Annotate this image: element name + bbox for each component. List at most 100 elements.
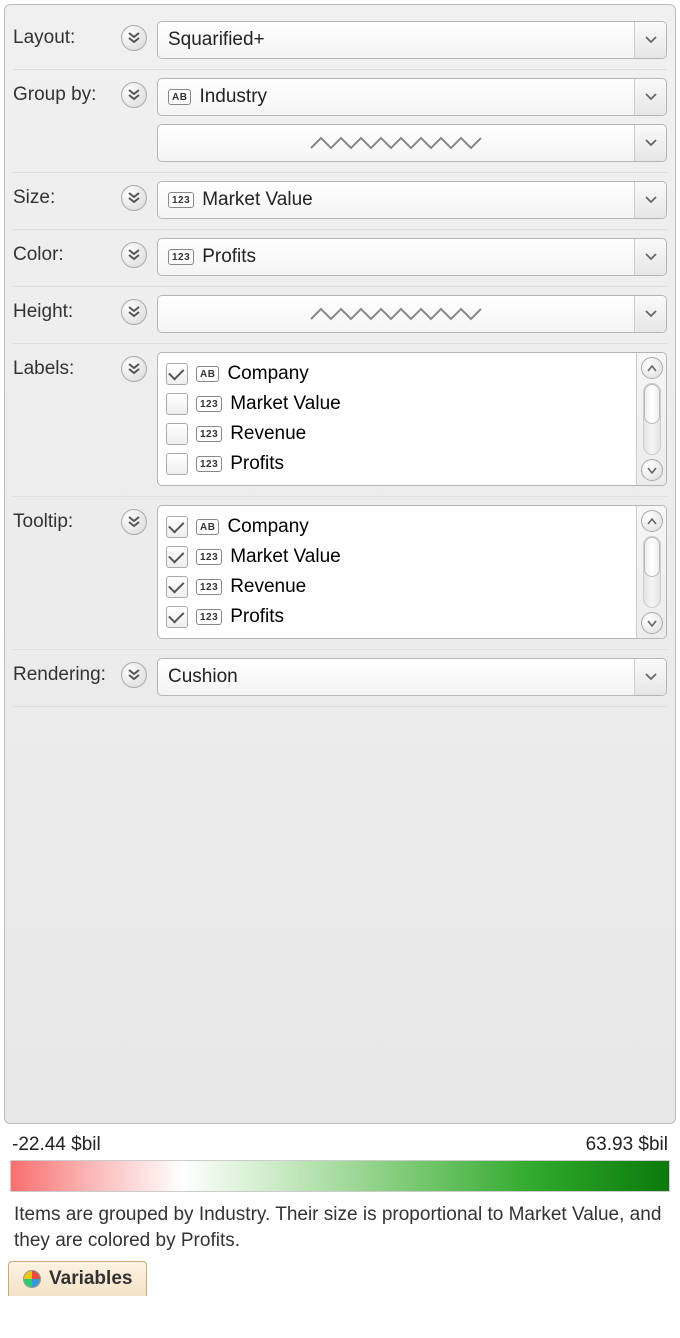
chevron-down-icon <box>645 310 657 318</box>
labels-scrollbar[interactable] <box>636 353 666 485</box>
labels-checkbox[interactable] <box>166 393 188 415</box>
color-gradient-bar <box>10 1160 670 1192</box>
groupby-combo[interactable]: AB Industry <box>157 78 667 116</box>
scroll-up-button[interactable] <box>641 510 663 532</box>
settings-panel: Layout: Squarified+ Group by: AB Industr… <box>4 4 676 1124</box>
height-dropdown-button[interactable] <box>634 296 666 332</box>
expand-size-button[interactable] <box>121 185 147 211</box>
chevron-double-down-icon <box>127 515 141 529</box>
tooltip-checkbox[interactable] <box>166 516 188 538</box>
rendering-dropdown-button[interactable] <box>634 659 666 695</box>
tooltip-item-label: Profits <box>230 606 284 628</box>
chevron-down-icon <box>645 673 657 681</box>
labels-item-label: Revenue <box>230 423 306 445</box>
label-groupby: Group by: <box>13 78 121 106</box>
groupby-empty-dropdown-button[interactable] <box>634 125 666 161</box>
chevron-double-down-icon <box>127 668 141 682</box>
chevron-double-down-icon <box>127 88 141 102</box>
chevron-double-down-icon <box>127 191 141 205</box>
legend-area: -22.44 $bil 63.93 $bil Items are grouped… <box>0 1128 680 1261</box>
scroll-thumb[interactable] <box>644 537 660 577</box>
expand-height-button[interactable] <box>121 299 147 325</box>
row-rendering: Rendering: Cushion <box>13 650 667 707</box>
label-height: Height: <box>13 295 121 323</box>
type-badge-number-icon: 123 <box>196 426 222 442</box>
chevron-down-icon <box>645 196 657 204</box>
rendering-value: Cushion <box>168 666 238 688</box>
labels-checkbox[interactable] <box>166 453 188 475</box>
layout-combo[interactable]: Squarified+ <box>157 21 667 59</box>
chevron-double-down-icon <box>127 248 141 262</box>
height-combo[interactable] <box>157 295 667 333</box>
tooltip-listbox: ABCompany123Market Value123Revenue123Pro… <box>157 505 667 639</box>
legend-min: -22.44 $bil <box>12 1134 101 1156</box>
label-rendering: Rendering: <box>13 658 121 686</box>
expand-layout-button[interactable] <box>121 25 147 51</box>
scroll-down-button[interactable] <box>641 612 663 634</box>
color-value: Profits <box>202 246 256 268</box>
type-badge-number-icon: 123 <box>168 249 194 265</box>
labels-checkbox[interactable] <box>166 363 188 385</box>
tooltip-checkbox[interactable] <box>166 606 188 628</box>
tooltip-item-label: Company <box>227 516 308 538</box>
size-value: Market Value <box>202 189 313 211</box>
labels-listbox: ABCompany123Market Value 123 Revenue 123 Pro… <box>157 352 667 486</box>
chevron-double-down-icon <box>127 31 141 45</box>
tooltip-item: 123Profits <box>166 602 628 632</box>
variables-icon <box>23 1270 41 1288</box>
empty-zigzag-icon <box>168 134 624 152</box>
type-badge-number-icon: 123 <box>196 456 222 472</box>
color-dropdown-button[interactable] <box>634 239 666 275</box>
labels-item-label: Market Value <box>230 393 341 415</box>
tooltip-checkbox[interactable] <box>166 576 188 598</box>
labels-checkbox[interactable] <box>166 423 188 445</box>
label-labels: Labels: <box>13 352 121 380</box>
size-combo[interactable]: 123 Market Value <box>157 181 667 219</box>
chevron-down-icon <box>647 467 657 474</box>
type-badge-text-icon: AB <box>196 519 219 535</box>
scroll-thumb[interactable] <box>644 384 660 424</box>
expand-groupby-button[interactable] <box>121 82 147 108</box>
color-combo[interactable]: 123 Profits <box>157 238 667 276</box>
labels-item: 123 Profits <box>166 449 628 479</box>
label-layout: Layout: <box>13 21 121 49</box>
chevron-down-icon <box>645 93 657 101</box>
rendering-combo[interactable]: Cushion <box>157 658 667 696</box>
chevron-down-icon <box>647 620 657 627</box>
labels-item: 123Market Value <box>166 389 628 419</box>
labels-item: ABCompany <box>166 359 628 389</box>
label-tooltip: Tooltip: <box>13 505 121 533</box>
scroll-up-button[interactable] <box>641 357 663 379</box>
chevron-up-icon <box>647 365 657 372</box>
expand-tooltip-button[interactable] <box>121 509 147 535</box>
chevron-down-icon <box>645 36 657 44</box>
size-dropdown-button[interactable] <box>634 182 666 218</box>
type-badge-number-icon: 123 <box>168 192 194 208</box>
groupby-dropdown-button[interactable] <box>634 79 666 115</box>
layout-value: Squarified+ <box>168 29 265 51</box>
groupby-empty-combo[interactable] <box>157 124 667 162</box>
type-badge-number-icon: 123 <box>196 549 222 565</box>
legend-max: 63.93 $bil <box>586 1134 668 1156</box>
chevron-double-down-icon <box>127 305 141 319</box>
expand-color-button[interactable] <box>121 242 147 268</box>
variables-tab[interactable]: Variables <box>8 1261 147 1296</box>
tooltip-checkbox[interactable] <box>166 546 188 568</box>
type-badge-text-icon: AB <box>196 366 219 382</box>
chevron-double-down-icon <box>127 362 141 376</box>
labels-item-label: Profits <box>230 453 284 475</box>
tooltip-item-label: Revenue <box>230 576 306 598</box>
tooltip-scrollbar[interactable] <box>636 506 666 638</box>
row-labels: Labels: ABCompany123Market Value123Reven… <box>13 344 667 497</box>
scroll-track[interactable] <box>643 536 661 608</box>
variables-tab-label: Variables <box>49 1268 132 1290</box>
scroll-down-button[interactable] <box>641 459 663 481</box>
row-height: Height: <box>13 287 667 344</box>
expand-labels-button[interactable] <box>121 356 147 382</box>
scroll-track[interactable] <box>643 383 661 455</box>
expand-rendering-button[interactable] <box>121 662 147 688</box>
row-layout: Layout: Squarified+ <box>13 13 667 70</box>
layout-dropdown-button[interactable] <box>634 22 666 58</box>
type-badge-number-icon: 123 <box>196 579 222 595</box>
row-size: Size: 123 Market Value <box>13 173 667 230</box>
